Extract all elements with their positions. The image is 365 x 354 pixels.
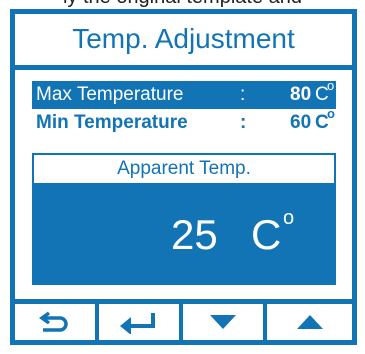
max-temperature-degree: o — [327, 78, 335, 93]
apparent-temp-unit: C — [251, 211, 282, 258]
min-temperature-label: Min Temperature — [36, 112, 188, 133]
max-temperature-row[interactable]: Max Temperature : 80 C o — [32, 78, 336, 109]
min-temperature-row[interactable]: Min Temperature : 60 C o — [32, 106, 336, 137]
button-bar — [15, 299, 352, 340]
up-button[interactable] — [267, 304, 352, 340]
device-screen: Temp. Adjustment Max Temperature : 80 C … — [10, 9, 357, 345]
screen-title: Temp. Adjustment — [15, 14, 352, 70]
top-caption: ly the original template and — [0, 0, 365, 9]
triangle-up-icon — [296, 315, 323, 329]
triangle-down-icon — [210, 315, 236, 329]
max-temperature-value: 80 — [290, 84, 312, 105]
apparent-temp-panel: Apparent Temp. 25 C o — [32, 153, 336, 285]
apparent-temp-degree: o — [283, 207, 295, 229]
enter-arrow-icon — [120, 313, 155, 334]
apparent-temp-value: 25 — [171, 211, 218, 258]
enter-button[interactable] — [99, 304, 183, 340]
apparent-temp-heading: Apparent Temp. — [34, 155, 334, 183]
min-temperature-value: 60 — [290, 112, 312, 133]
min-temperature-degree: o — [327, 106, 335, 121]
min-temperature-separator: : — [240, 112, 247, 133]
max-temperature-label: Max Temperature — [36, 84, 184, 105]
down-button[interactable] — [183, 304, 267, 340]
max-temperature-separator: : — [240, 84, 246, 105]
return-arrow-icon — [38, 311, 68, 332]
back-button[interactable] — [15, 304, 99, 340]
